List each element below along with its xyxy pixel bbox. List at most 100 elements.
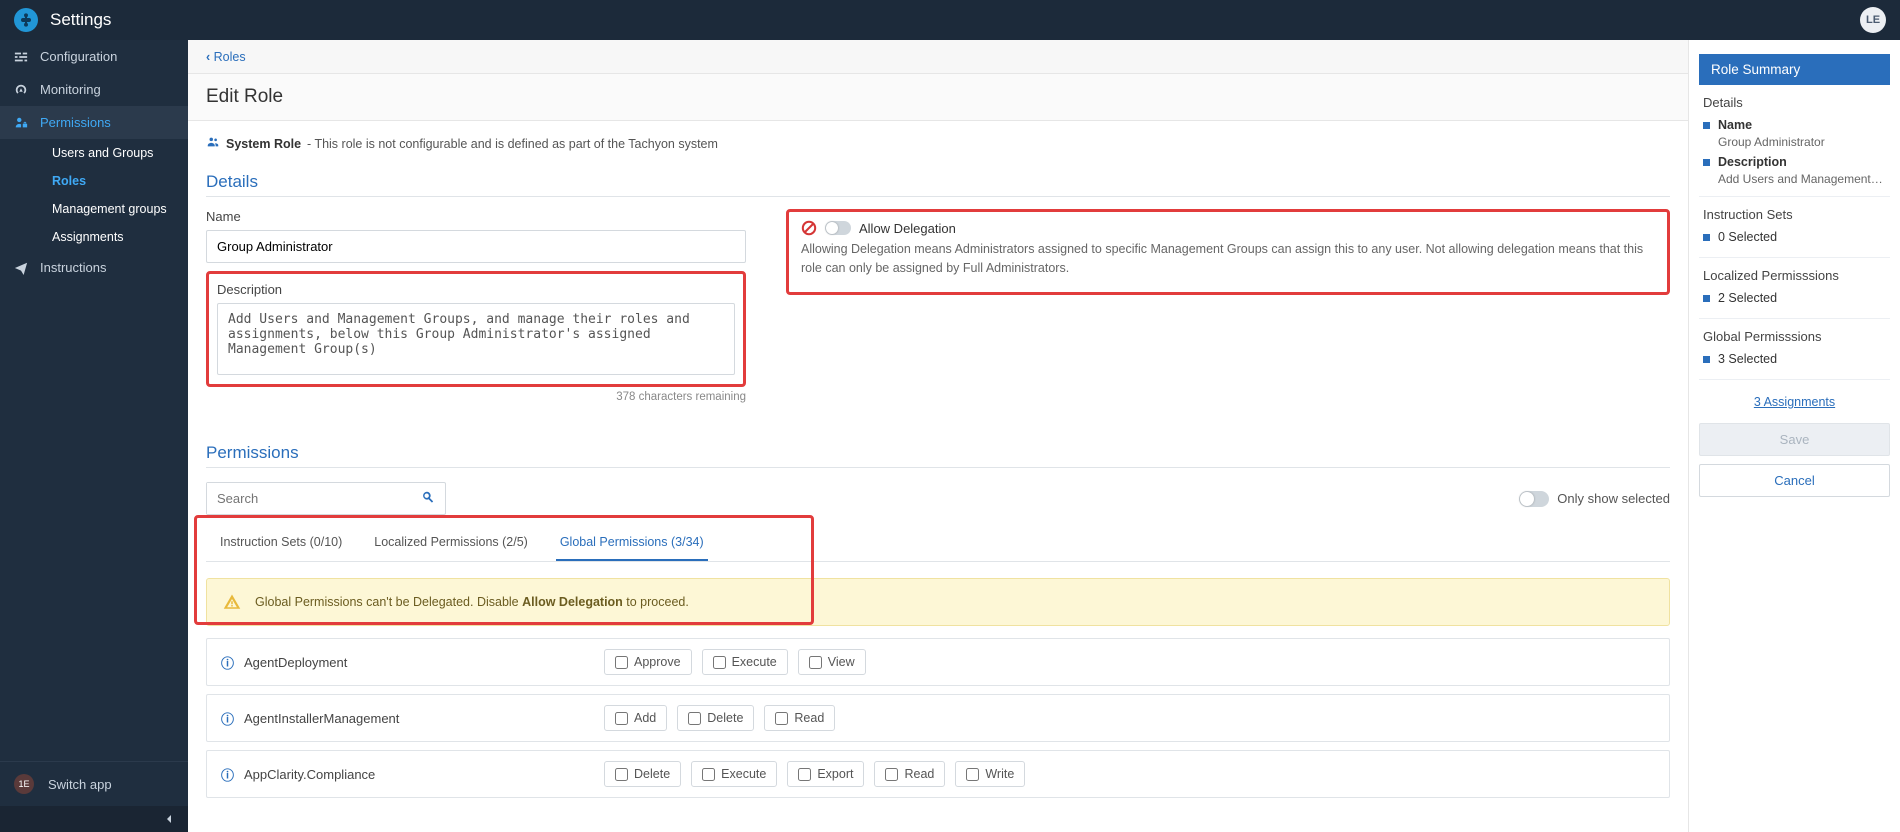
permission-action-label: Delete [707, 711, 743, 725]
name-input[interactable] [206, 230, 746, 263]
cancel-button[interactable]: Cancel [1699, 464, 1890, 497]
permission-action-read[interactable]: Read [764, 705, 835, 731]
tab-localized-permissions[interactable]: Localized Permissions (2/5) [370, 525, 532, 561]
permission-name: AppClarity.Compliance [244, 767, 594, 782]
permissions-tabs: Instruction Sets (0/10) Localized Permis… [206, 525, 1670, 562]
assignments-link[interactable]: 3 Assignments [1754, 395, 1835, 409]
permission-action-label: Delete [634, 767, 670, 781]
delegation-description: Allowing Delegation means Administrators… [801, 240, 1655, 278]
permission-checkbox[interactable] [615, 656, 628, 669]
allow-delegation-toggle[interactable] [825, 221, 851, 235]
breadcrumb-back-link[interactable]: Roles [206, 50, 246, 64]
permission-action-label: Add [634, 711, 656, 725]
subnav-assignments[interactable]: Assignments [0, 223, 188, 251]
role-summary-panel: Role Summary Details Name Group Administ… [1688, 40, 1900, 832]
permission-action-execute[interactable]: Execute [702, 649, 788, 675]
permission-action-label: Read [794, 711, 824, 725]
user-avatar[interactable]: LE [1860, 7, 1886, 33]
nav-label: Monitoring [40, 82, 101, 97]
sidebar: Configuration Monitoring Permissions Use… [0, 40, 188, 832]
prohibit-icon [801, 220, 817, 236]
subnav-roles[interactable]: Roles [0, 167, 188, 195]
name-label: Name [206, 209, 746, 224]
summary-heading: Role Summary [1699, 54, 1890, 85]
paper-plane-icon [14, 261, 28, 275]
nav-permissions[interactable]: Permissions [0, 106, 188, 139]
allow-delegation-label: Allow Delegation [859, 221, 956, 236]
only-show-selected-toggle[interactable] [1519, 491, 1549, 507]
details-heading: Details [206, 162, 1670, 197]
summary-local-title: Localized Permisssions [1703, 268, 1886, 283]
warning-icon [223, 593, 241, 611]
nav-label: Configuration [40, 49, 117, 64]
permission-checkbox[interactable] [702, 768, 715, 781]
user-lock-icon [14, 116, 28, 130]
summary-desc-value: Add Users and Management Gro... [1718, 172, 1886, 186]
permission-action-execute[interactable]: Execute [691, 761, 777, 787]
search-icon[interactable] [411, 484, 445, 513]
system-role-label: System Role [226, 137, 301, 151]
nav-configuration[interactable]: Configuration [0, 40, 188, 73]
permission-action-label: Read [904, 767, 934, 781]
permission-checkbox[interactable] [775, 712, 788, 725]
info-icon[interactable]: ⓘ [221, 765, 234, 784]
permission-action-delete[interactable]: Delete [604, 761, 681, 787]
permission-checkbox[interactable] [885, 768, 898, 781]
permission-row: ⓘAgentInstallerManagementAddDeleteRead [206, 694, 1670, 742]
permission-checkbox[interactable] [688, 712, 701, 725]
permission-checkbox[interactable] [966, 768, 979, 781]
permission-action-label: Write [985, 767, 1014, 781]
top-bar: Settings LE [0, 0, 1900, 40]
collapse-sidebar-button[interactable] [0, 806, 188, 832]
nav-monitoring[interactable]: Monitoring [0, 73, 188, 106]
permission-action-approve[interactable]: Approve [604, 649, 692, 675]
summary-global-value: 3 Selected [1718, 352, 1777, 366]
users-icon [206, 135, 220, 152]
permission-checkbox[interactable] [798, 768, 811, 781]
summary-instr-title: Instruction Sets [1703, 207, 1886, 222]
permission-action-view[interactable]: View [798, 649, 866, 675]
info-icon[interactable]: ⓘ [221, 709, 234, 728]
app-logo-icon [14, 8, 38, 32]
page-title: Edit Role [188, 74, 1688, 121]
nav-label: Instructions [40, 260, 106, 275]
permission-action-export[interactable]: Export [787, 761, 864, 787]
save-button[interactable]: Save [1699, 423, 1890, 456]
warning-text: Global Permissions can't be Delegated. D… [255, 595, 689, 609]
breadcrumb: Roles [188, 40, 1688, 74]
permission-checkbox[interactable] [713, 656, 726, 669]
summary-desc-key: Description [1718, 155, 1787, 169]
summary-name-value: Group Administrator [1718, 135, 1886, 149]
info-icon[interactable]: ⓘ [221, 653, 234, 672]
search-input[interactable] [207, 483, 411, 514]
permission-action-delete[interactable]: Delete [677, 705, 754, 731]
summary-local-value: 2 Selected [1718, 291, 1777, 305]
permission-action-write[interactable]: Write [955, 761, 1025, 787]
system-role-desc: - This role is not configurable and is d… [307, 137, 718, 151]
permission-action-label: Export [817, 767, 853, 781]
permission-name: AgentDeployment [244, 655, 594, 670]
description-textarea[interactable] [217, 303, 735, 375]
nav-instructions[interactable]: Instructions [0, 251, 188, 284]
summary-name-key: Name [1718, 118, 1752, 132]
subnav-users-groups[interactable]: Users and Groups [0, 139, 188, 167]
description-highlight-box: Description [206, 271, 746, 387]
permission-checkbox[interactable] [615, 768, 628, 781]
permission-checkbox[interactable] [615, 712, 628, 725]
permission-action-add[interactable]: Add [604, 705, 667, 731]
permission-action-label: View [828, 655, 855, 669]
permission-action-label: Approve [634, 655, 681, 669]
permissions-heading: Permissions [206, 433, 1670, 468]
switch-app-button[interactable]: 1E Switch app [0, 761, 188, 806]
permission-action-read[interactable]: Read [874, 761, 945, 787]
tab-global-permissions[interactable]: Global Permissions (3/34) [556, 525, 708, 561]
description-label: Description [217, 282, 735, 297]
switch-app-label: Switch app [48, 777, 112, 792]
summary-global-title: Global Permisssions [1703, 329, 1886, 344]
permission-checkbox[interactable] [809, 656, 822, 669]
tab-instruction-sets[interactable]: Instruction Sets (0/10) [216, 525, 346, 561]
permissions-search[interactable] [206, 482, 446, 515]
permission-action-label: Execute [721, 767, 766, 781]
nav-label: Permissions [40, 115, 111, 130]
subnav-management-groups[interactable]: Management groups [0, 195, 188, 223]
